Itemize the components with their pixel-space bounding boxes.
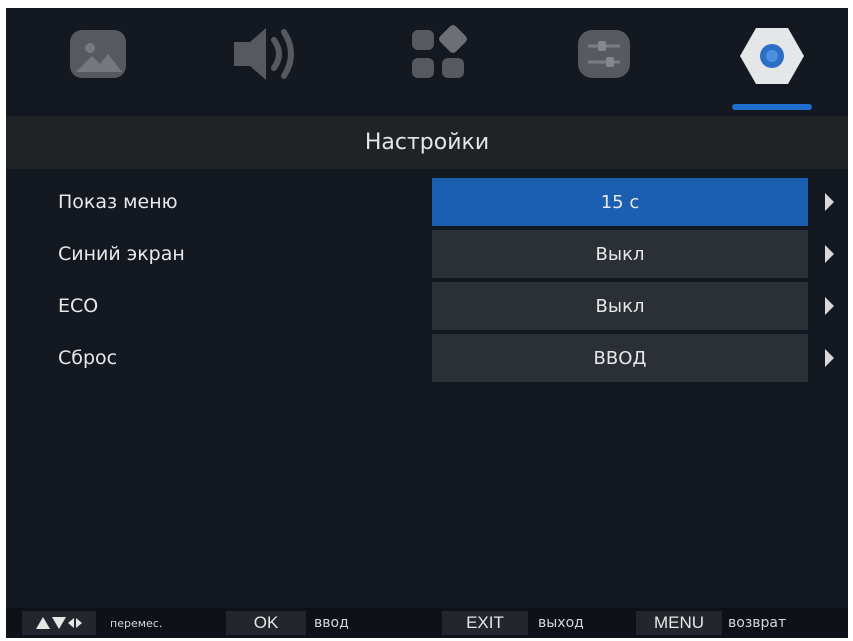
setting-row-reset[interactable]: Сброс ВВОД [6,334,848,382]
chevron-right-icon[interactable] [825,297,834,315]
tab-sound[interactable] [228,22,300,102]
nav-arrows-key [22,611,96,635]
tab-apps[interactable] [402,22,474,102]
exit-key: EXIT [442,611,528,635]
setting-label: Синий экран [58,243,185,265]
setting-value[interactable]: Выкл [432,230,808,278]
picture-icon [70,30,126,78]
setting-value[interactable]: 15 с [432,178,808,226]
ok-hint: ввод [314,615,349,631]
sound-icon [234,28,294,80]
nav-hint: перемес. [110,616,163,630]
chevron-right-icon[interactable] [825,349,834,367]
chevron-right-icon[interactable] [825,193,834,211]
active-tab-indicator [732,104,812,110]
ok-key: OK [226,611,306,635]
exit-hint: выход [538,615,584,631]
key-hints-bar: перемес. OK ввод EXIT выход MENU возврат [6,608,848,638]
apps-icon [412,25,467,78]
tab-picture[interactable] [62,22,134,102]
chevron-right-icon[interactable] [825,245,834,263]
menu-tabs [6,8,848,116]
setting-row-menu-display[interactable]: Показ меню 15 с [6,178,848,226]
menu-hint: возврат [728,615,787,631]
menu-key: MENU [636,611,722,635]
setting-label: Показ меню [58,191,178,213]
setting-value[interactable]: Выкл [432,282,808,330]
tv-menu-screen: Настройки Показ меню 15 с Синий экран Вы… [6,8,848,638]
tab-options[interactable] [568,22,640,102]
setting-label: ECO [58,295,99,317]
settings-gear-icon [740,28,804,84]
setting-label: Сброс [58,347,118,369]
page-title: Настройки [6,116,848,169]
arrow-keys-icon [36,617,82,629]
tab-settings[interactable] [736,22,808,102]
setting-row-eco[interactable]: ECO Выкл [6,282,848,330]
setting-value[interactable]: ВВОД [432,334,808,382]
setting-row-blue-screen[interactable]: Синий экран Выкл [6,230,848,278]
sliders-icon [578,30,630,78]
